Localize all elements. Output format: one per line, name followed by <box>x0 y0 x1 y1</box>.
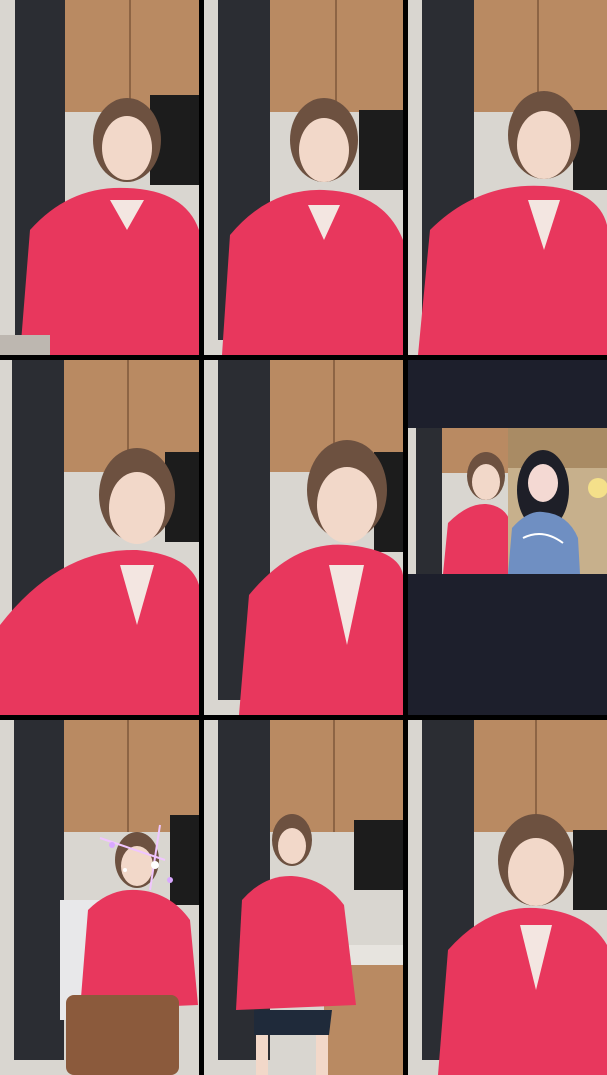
video-tile-r2c1[interactable] <box>0 360 199 715</box>
video-tile-r1c2[interactable] <box>204 0 403 355</box>
video-call-grid <box>0 0 607 1075</box>
video-tile-r3c2[interactable] <box>204 720 403 1075</box>
video-tile-r1c3[interactable] <box>408 0 607 355</box>
video-tile-r3c3[interactable] <box>408 720 607 1075</box>
video-tile-r3c1[interactable] <box>0 720 199 1075</box>
guest-tile-r2c3[interactable] <box>408 360 607 715</box>
video-tile-r2c2[interactable] <box>204 360 403 715</box>
guest-split-video[interactable] <box>408 428 607 574</box>
video-tile-r1c1[interactable] <box>0 0 199 355</box>
